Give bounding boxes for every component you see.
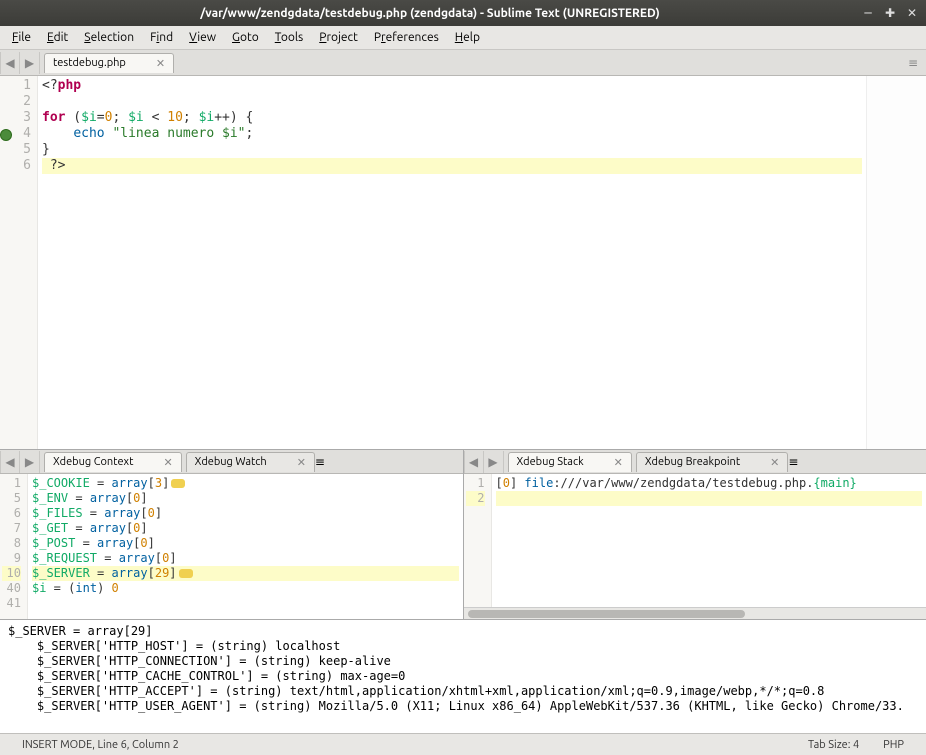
panel-context-body[interactable]: 156789104041 $_COOKIE = array[3]$_ENV = … (0, 474, 463, 619)
panel-tab-close-icon[interactable]: ✕ (614, 456, 623, 469)
menu-file[interactable]: File (4, 28, 39, 47)
file-tab-label: testdebug.php (53, 57, 126, 69)
tab-nav-next-icon[interactable]: ▶ (20, 52, 40, 74)
panel-tab-label: Xdebug Stack (517, 456, 584, 468)
panel-tab-stack[interactable]: Xdebug Stack ✕ (508, 452, 632, 472)
panel-tab-watch[interactable]: Xdebug Watch ✕ (186, 452, 315, 472)
tab-nav-prev-icon[interactable]: ◀ (0, 52, 20, 74)
menu-edit[interactable]: Edit (39, 28, 76, 47)
panel-right-tabbar: ◀ ▶ Xdebug Stack ✕ Xdebug Breakpoint ✕ ≡ (464, 450, 926, 474)
panel-stack-body[interactable]: 12 [0] file:///var/www/zendgdata/testdeb… (464, 474, 926, 607)
menu-tools[interactable]: Tools (267, 28, 312, 47)
menu-selection[interactable]: Selection (76, 28, 142, 47)
panel-gutter: 156789104041 (0, 474, 28, 619)
menu-preferences[interactable]: Preferences (366, 28, 447, 47)
close-button[interactable]: ✕ (904, 5, 920, 21)
panel-code[interactable]: [0] file:///var/www/zendgdata/testdebug.… (492, 474, 926, 607)
maximize-button[interactable]: ✚ (882, 5, 898, 21)
editor-code[interactable]: <?php for ($i=0; $i < 10; $i++) { echo "… (38, 76, 866, 449)
menubar: File Edit Selection Find View Goto Tools… (0, 26, 926, 50)
menu-view[interactable]: View (181, 28, 224, 47)
menu-find[interactable]: Find (142, 28, 181, 47)
window-titlebar: /var/www/zendgdata/testdebug.php (zendgd… (0, 0, 926, 26)
panel-tab-label: Xdebug Watch (195, 456, 267, 468)
panel-tab-label: Xdebug Breakpoint (645, 456, 740, 468)
editor-main[interactable]: 123456 <?php for ($i=0; $i < 10; $i++) {… (0, 76, 926, 449)
panel-tab-close-icon[interactable]: ✕ (770, 456, 779, 469)
file-tabbar: ◀ ▶ testdebug.php ✕ ≡ (0, 50, 926, 76)
tabbar-overflow-icon[interactable]: ≡ (906, 56, 926, 70)
menu-project[interactable]: Project (311, 28, 366, 47)
file-tab-close-icon[interactable]: ✕ (156, 57, 165, 70)
status-left: INSERT MODE, Line 6, Column 2 (10, 739, 191, 751)
panel-right-hscroll[interactable] (464, 607, 926, 619)
debug-panels: ◀ ▶ Xdebug Context ✕ Xdebug Watch ✕ ≡ 15… (0, 449, 926, 619)
editor-gutter[interactable]: 123456 (0, 76, 38, 449)
panel-tab-breakpoint[interactable]: Xdebug Breakpoint ✕ (636, 452, 789, 472)
panel-right-overflow-icon[interactable]: ≡ (788, 455, 798, 469)
panel-tab-close-icon[interactable]: ✕ (163, 456, 172, 469)
panel-left: ◀ ▶ Xdebug Context ✕ Xdebug Watch ✕ ≡ 15… (0, 450, 464, 619)
window-title: /var/www/zendgdata/testdebug.php (zendgd… (6, 7, 854, 20)
status-lang[interactable]: PHP (871, 739, 916, 751)
file-tab[interactable]: testdebug.php ✕ (44, 53, 174, 73)
panel-left-nav-prev-icon[interactable]: ◀ (0, 451, 20, 473)
panel-gutter: 12 (464, 474, 492, 607)
status-tabsize[interactable]: Tab Size: 4 (796, 739, 871, 751)
minimize-button[interactable]: ─ (860, 5, 876, 21)
minimap[interactable] (866, 76, 926, 449)
panel-tab-close-icon[interactable]: ✕ (297, 456, 306, 469)
panel-left-tabbar: ◀ ▶ Xdebug Context ✕ Xdebug Watch ✕ ≡ (0, 450, 463, 474)
panel-tab-context[interactable]: Xdebug Context ✕ (44, 452, 182, 472)
menu-goto[interactable]: Goto (224, 28, 267, 47)
menu-help[interactable]: Help (447, 28, 488, 47)
panel-right-nav-next-icon[interactable]: ▶ (484, 451, 504, 473)
panel-code[interactable]: $_COOKIE = array[3]$_ENV = array[0]$_FIL… (28, 474, 463, 619)
panel-left-overflow-icon[interactable]: ≡ (315, 455, 325, 469)
output-panel[interactable]: $_SERVER = array[29] $_SERVER['HTTP_HOST… (0, 619, 926, 733)
panel-tab-label: Xdebug Context (53, 456, 133, 468)
panel-right-nav-prev-icon[interactable]: ◀ (464, 451, 484, 473)
panel-right: ◀ ▶ Xdebug Stack ✕ Xdebug Breakpoint ✕ ≡… (464, 450, 926, 619)
statusbar: INSERT MODE, Line 6, Column 2 Tab Size: … (0, 733, 926, 755)
panel-left-nav-next-icon[interactable]: ▶ (20, 451, 40, 473)
